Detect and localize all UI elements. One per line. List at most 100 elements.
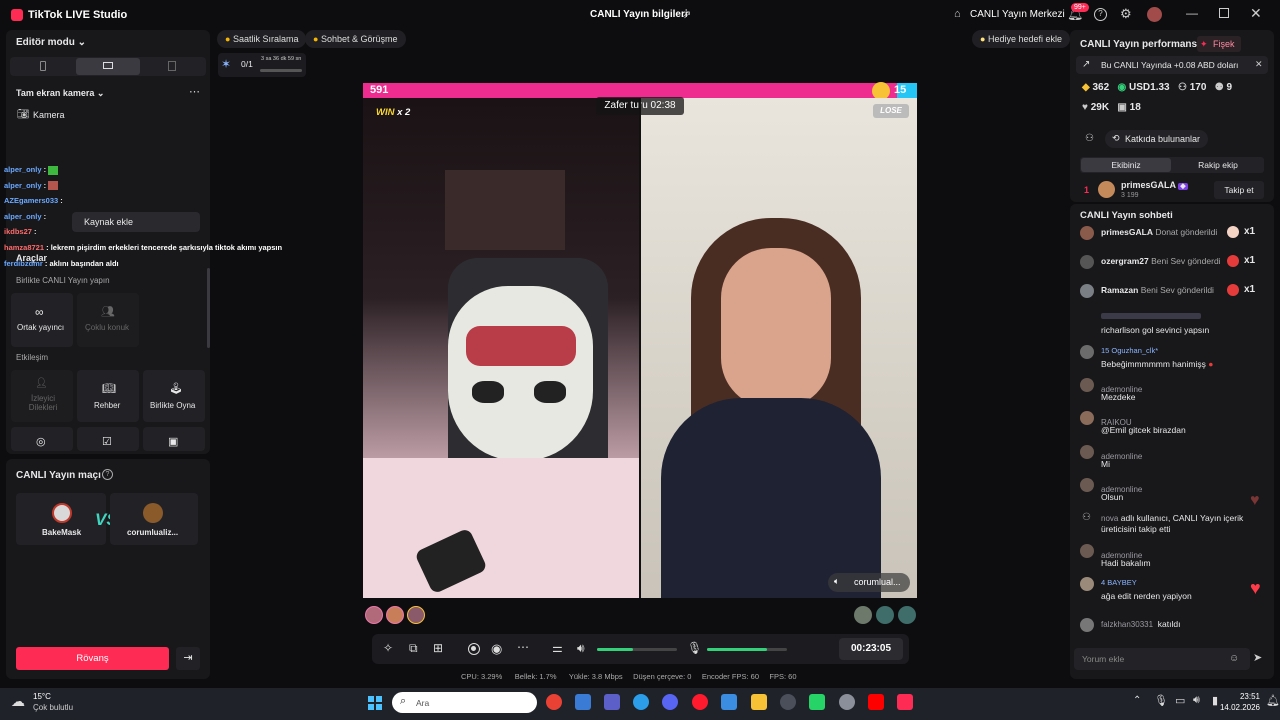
chrome-icon[interactable]: [546, 694, 562, 710]
chat-meet-tab[interactable]: ● Sohbet & Görüşme: [305, 30, 406, 48]
taskbar-search[interactable]: ⌕ Ara: [392, 692, 537, 713]
supporter-avatar[interactable]: [898, 606, 916, 624]
portrait-icon[interactable]: [40, 61, 46, 71]
supporter-avatar[interactable]: [876, 606, 894, 624]
gift-goal-button[interactable]: ● Hediye hedefi ekle: [972, 30, 1071, 48]
gear-icon[interactable]: ⚙: [1120, 6, 1132, 22]
skull-mask: [448, 286, 593, 461]
tool-button[interactable]: ▣: [143, 427, 205, 451]
home-icon: ⌂: [954, 8, 961, 20]
split-icon[interactable]: [168, 61, 176, 71]
editor-mode[interactable]: Editör modu ⌄: [16, 37, 86, 48]
speaker-icon[interactable]: 🔊︎: [577, 641, 585, 656]
whatsapp-icon[interactable]: [809, 694, 825, 710]
team-tabs: Ekibiniz Rakip ekip: [1080, 157, 1264, 173]
windows-start-icon[interactable]: [368, 696, 382, 710]
chevron-up-icon[interactable]: ⌃: [1133, 695, 1141, 706]
live-center-link[interactable]: CANLI Yayın Merkezi: [970, 9, 1065, 20]
supporter-avatar[interactable]: [854, 606, 872, 624]
play-together-button[interactable]: 🕹︎ Birlikte Oyna: [143, 370, 205, 422]
record-icon[interactable]: [468, 643, 480, 655]
rematch-button[interactable]: Rövanş: [16, 647, 169, 670]
volume-slider[interactable]: [597, 648, 677, 651]
follow-button[interactable]: Takip et: [1214, 181, 1264, 199]
microphone-icon[interactable]: 🎙︎: [687, 641, 702, 655]
avatar[interactable]: [1147, 7, 1162, 22]
add-media-icon[interactable]: ⊞: [433, 641, 443, 655]
emoji-icon[interactable]: ☺: [1229, 653, 1239, 664]
goal-widget[interactable]: ✶ 0/1 3 sa 36 dk 59 sn: [218, 53, 306, 77]
magic-wand-icon[interactable]: ✧: [383, 641, 393, 655]
avatar: [1080, 411, 1094, 425]
multi-guest-button[interactable]: 👥︎ Çoklu konuk: [77, 293, 139, 347]
tiktok-studio-icon[interactable]: [897, 694, 913, 710]
chat-user: 15 Oguzhan_clk*: [1101, 346, 1159, 355]
battle-divider: [639, 98, 641, 598]
guide-button[interactable]: 📖︎ Rehber: [77, 370, 139, 422]
gift-row: Ramazan Beni Sev gönderildi: [1101, 285, 1214, 295]
info-icon[interactable]: ?: [102, 469, 113, 480]
close-icon[interactable]: ✕: [1250, 5, 1262, 22]
app-icon[interactable]: [839, 694, 855, 710]
clock-date[interactable]: 14.02.2026: [1212, 703, 1260, 712]
stats-bar: CPU: 3.29% Bellek: 1.7% Yükle: 3.8 Mbps …: [461, 672, 797, 681]
tool-button[interactable]: ◎: [11, 427, 73, 451]
tab-rival-team[interactable]: Rakip ekip: [1173, 158, 1263, 172]
network-icon[interactable]: ▭: [1175, 694, 1185, 707]
notification-badge: 99+: [1071, 3, 1089, 12]
comment-input[interactable]: Yorum ekle: [1074, 648, 1250, 670]
minimize-icon[interactable]: —: [1186, 6, 1198, 20]
youtube-icon[interactable]: [868, 694, 884, 710]
send-icon[interactable]: ➤: [1253, 651, 1262, 664]
store-icon[interactable]: [575, 694, 591, 710]
landscape-tab[interactable]: [76, 58, 140, 75]
viewer-requests-button[interactable]: 👤︎ İzleyici Dilekleri: [11, 370, 73, 422]
weather-temp[interactable]: 15°C: [33, 692, 51, 701]
effects-icon[interactable]: ⧉: [409, 641, 418, 656]
more-icon[interactable]: ⋯: [189, 85, 200, 98]
mic-slider[interactable]: [707, 648, 787, 651]
sliders-icon[interactable]: ⚌: [552, 641, 563, 655]
mute-icon[interactable]: 🔈︎: [834, 576, 839, 587]
more-options-icon[interactable]: ⋯: [517, 640, 529, 654]
camera-source[interactable]: Kamera: [33, 110, 65, 120]
face: [721, 248, 831, 408]
volume-tray-icon[interactable]: 🔊︎: [1193, 694, 1200, 707]
folder-icon[interactable]: [751, 694, 767, 710]
gift-list: primesGALA Donat gönderildi x1 ozergram2…: [1080, 225, 1268, 311]
notifications-icon[interactable]: 🔔︎: [1266, 694, 1280, 707]
scene-select[interactable]: Tam ekran kamera ⌄: [16, 88, 104, 99]
mic-tray-icon[interactable]: 🎙︎: [1154, 694, 1168, 707]
contributors-button[interactable]: ⟲ Katkıda bulunanlar: [1105, 130, 1209, 148]
maximize-icon[interactable]: [1219, 8, 1229, 18]
supporter-avatar[interactable]: [386, 606, 404, 624]
supporter-avatar[interactable]: [407, 606, 425, 624]
tool-button[interactable]: ☑: [77, 427, 139, 451]
live-icon[interactable]: ◉: [491, 641, 502, 657]
supporter-avatar[interactable]: [365, 606, 383, 624]
help-icon[interactable]: ?: [1094, 8, 1107, 21]
add-source-button[interactable]: Kaynak ekle: [72, 212, 200, 232]
tab-our-team[interactable]: Ekibiniz: [1081, 158, 1171, 172]
add-user-icon[interactable]: ⚇: [1085, 133, 1094, 144]
exit-icon[interactable]: ⇥: [176, 647, 200, 670]
mask-eye: [472, 381, 504, 403]
battle-bar-left: [363, 83, 897, 98]
co-host-button[interactable]: ∞ Ortak yayıncı: [11, 293, 73, 347]
weather-desc[interactable]: Çok bulutlu: [33, 703, 73, 712]
avatar: [1080, 544, 1094, 558]
teams-icon[interactable]: [604, 694, 620, 710]
edge-icon[interactable]: [633, 694, 649, 710]
opera-icon[interactable]: [692, 694, 708, 710]
chrome-active-icon[interactable]: [780, 694, 796, 710]
hourly-ranking-tab[interactable]: ● Saatlik Sıralama: [217, 30, 307, 48]
live-info-title[interactable]: CANLI Yayın bilgileri: [590, 9, 688, 20]
heart-reaction-icon: ♥: [1250, 578, 1261, 598]
close-banner-icon[interactable]: ✕: [1255, 59, 1263, 70]
mail-icon[interactable]: [721, 694, 737, 710]
left-scrollbar[interactable]: [207, 268, 210, 348]
discord-icon[interactable]: [662, 694, 678, 710]
clock-time[interactable]: 23:51: [1226, 692, 1260, 701]
share-icon[interactable]: ⇗: [682, 8, 691, 21]
fisek-badge[interactable]: ✦ Fişek: [1197, 36, 1241, 52]
